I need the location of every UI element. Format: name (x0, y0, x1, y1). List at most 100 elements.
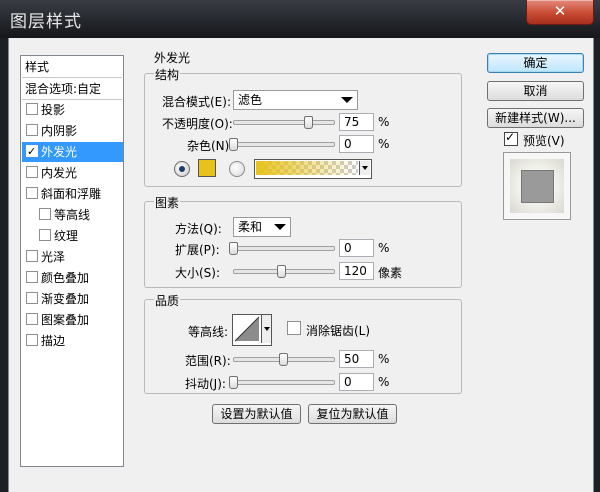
style-item[interactable]: 内阴影 (22, 121, 123, 141)
noise-unit: % (378, 137, 390, 151)
style-item-checkbox[interactable] (26, 124, 38, 136)
spread-label: 扩展(P): (175, 243, 220, 257)
range-input[interactable]: 50 (339, 350, 374, 368)
style-item[interactable]: ✓ 外发光 (22, 142, 123, 162)
style-item[interactable]: 图案叠加 (22, 310, 123, 330)
noise-slider-thumb[interactable] (229, 138, 238, 151)
style-item[interactable]: 斜面和浮雕 (22, 184, 123, 204)
styles-list: 样式 混合选项:自定 投影内阴影 ✓ 外发光内发光斜面和浮雕等高线纹理光泽颜色叠加渐… (20, 55, 124, 467)
style-item-checkbox[interactable] (26, 187, 38, 199)
set-default-button[interactable]: 设置为默认值 (212, 404, 301, 424)
blend-mode-label: 混合模式(E): (162, 95, 231, 109)
style-item-label: 光泽 (41, 250, 66, 264)
style-item-label: 投影 (41, 103, 66, 117)
technique-label: 方法(Q): (175, 222, 222, 236)
opacity-slider-thumb[interactable] (304, 116, 313, 129)
style-preview (503, 152, 571, 220)
opacity-input[interactable]: 75 (339, 113, 374, 131)
chevron-down-icon (362, 166, 368, 170)
style-item[interactable]: 渐变叠加 (22, 289, 123, 309)
close-button[interactable]: ✕ (526, 0, 594, 25)
style-item-label: 等高线 (54, 208, 91, 222)
size-slider-thumb[interactable] (277, 265, 286, 278)
style-item-label: 图案叠加 (41, 313, 90, 327)
preview-label: 预览(V) (523, 134, 565, 148)
window-title: 图层样式 (10, 12, 82, 32)
style-item[interactable]: 等高线 (22, 205, 123, 225)
technique-select[interactable]: 柔和 (233, 217, 291, 237)
gradient-radio[interactable] (229, 161, 245, 177)
antialias-checkbox[interactable] (287, 321, 301, 335)
checkmark-icon: ✓ (505, 130, 516, 144)
jitter-unit: % (378, 375, 390, 389)
antialias-label: 消除锯齿(L) (306, 324, 371, 338)
style-item[interactable]: 光泽 (22, 247, 123, 267)
noise-label: 杂色(N): (187, 139, 234, 153)
jitter-label: 抖动(J): (185, 377, 226, 391)
jitter-input[interactable]: 0 (339, 373, 374, 391)
cancel-button[interactable]: 取消 (487, 81, 584, 101)
style-item-label: 内阴影 (41, 124, 78, 138)
range-unit: % (378, 352, 390, 366)
close-icon: ✕ (553, 2, 567, 20)
contour-label: 等高线: (188, 325, 229, 339)
ok-button[interactable]: 确定 (487, 53, 584, 73)
style-item-label: 纹理 (54, 229, 79, 243)
gradient-picker[interactable] (254, 159, 372, 179)
range-slider-thumb[interactable] (279, 353, 288, 366)
style-item-checkbox[interactable] (26, 334, 38, 346)
style-item[interactable]: 纹理 (22, 226, 123, 246)
style-item-label: 斜面和浮雕 (41, 187, 102, 201)
new-style-button[interactable]: 新建样式(W)... (487, 108, 584, 128)
style-item-checkbox[interactable]: ✓ (26, 145, 38, 158)
opacity-unit: % (378, 115, 390, 129)
radio-dot-icon (179, 166, 185, 172)
spread-slider-thumb[interactable] (229, 242, 238, 255)
style-item-checkbox[interactable] (26, 166, 38, 178)
style-item[interactable]: 投影 (22, 100, 123, 120)
style-item-checkbox[interactable] (26, 292, 38, 304)
contour-curve-icon (234, 316, 260, 342)
structure-title: 结构 (154, 66, 181, 83)
solid-color-radio[interactable] (174, 161, 190, 177)
size-label: 大小(S): (175, 266, 221, 280)
opacity-slider[interactable] (233, 120, 335, 125)
outer-glow-title: 外发光 (153, 49, 192, 66)
checkmark-icon: ✓ (27, 145, 37, 158)
size-input[interactable]: 120 (339, 262, 374, 280)
style-item[interactable]: 描边 (22, 331, 123, 351)
reset-default-button[interactable]: 复位为默认值 (308, 404, 397, 424)
contour-dropdown-button[interactable] (261, 315, 271, 343)
quality-title: 品质 (154, 292, 181, 309)
blend-options-item[interactable]: 混合选项:自定 (22, 79, 122, 100)
style-item-checkbox[interactable] (39, 229, 51, 241)
style-item-checkbox[interactable] (26, 313, 38, 325)
chevron-down-icon (264, 327, 270, 331)
jitter-slider[interactable] (233, 380, 335, 385)
spread-input[interactable]: 0 (339, 239, 374, 257)
style-item[interactable]: 颜色叠加 (22, 268, 123, 288)
jitter-slider-thumb[interactable] (229, 376, 238, 389)
spread-unit: % (378, 241, 390, 255)
style-item[interactable]: 内发光 (22, 163, 123, 183)
blend-mode-select[interactable]: 滤色 (233, 90, 358, 110)
technique-value: 柔和 (238, 220, 263, 234)
style-item-checkbox[interactable] (26, 250, 38, 262)
style-item-label: 内发光 (41, 166, 78, 180)
contour-picker[interactable] (232, 314, 272, 346)
spread-slider[interactable] (233, 246, 335, 251)
size-unit: 像素 (378, 266, 403, 280)
gradient-dropdown-button[interactable] (359, 161, 370, 175)
range-label: 范围(R): (185, 354, 231, 368)
noise-input[interactable]: 0 (339, 135, 374, 153)
style-item-checkbox[interactable] (39, 208, 51, 220)
style-item-checkbox[interactable] (26, 103, 38, 115)
glow-color-swatch[interactable] (198, 159, 216, 177)
styles-header[interactable]: 样式 (22, 57, 122, 78)
blend-mode-value: 滤色 (238, 93, 263, 107)
opacity-label: 不透明度(O): (162, 117, 233, 131)
preview-checkbox[interactable]: ✓ (504, 130, 518, 146)
style-item-label: 渐变叠加 (41, 292, 90, 306)
style-item-checkbox[interactable] (26, 271, 38, 283)
noise-slider[interactable] (233, 142, 335, 147)
